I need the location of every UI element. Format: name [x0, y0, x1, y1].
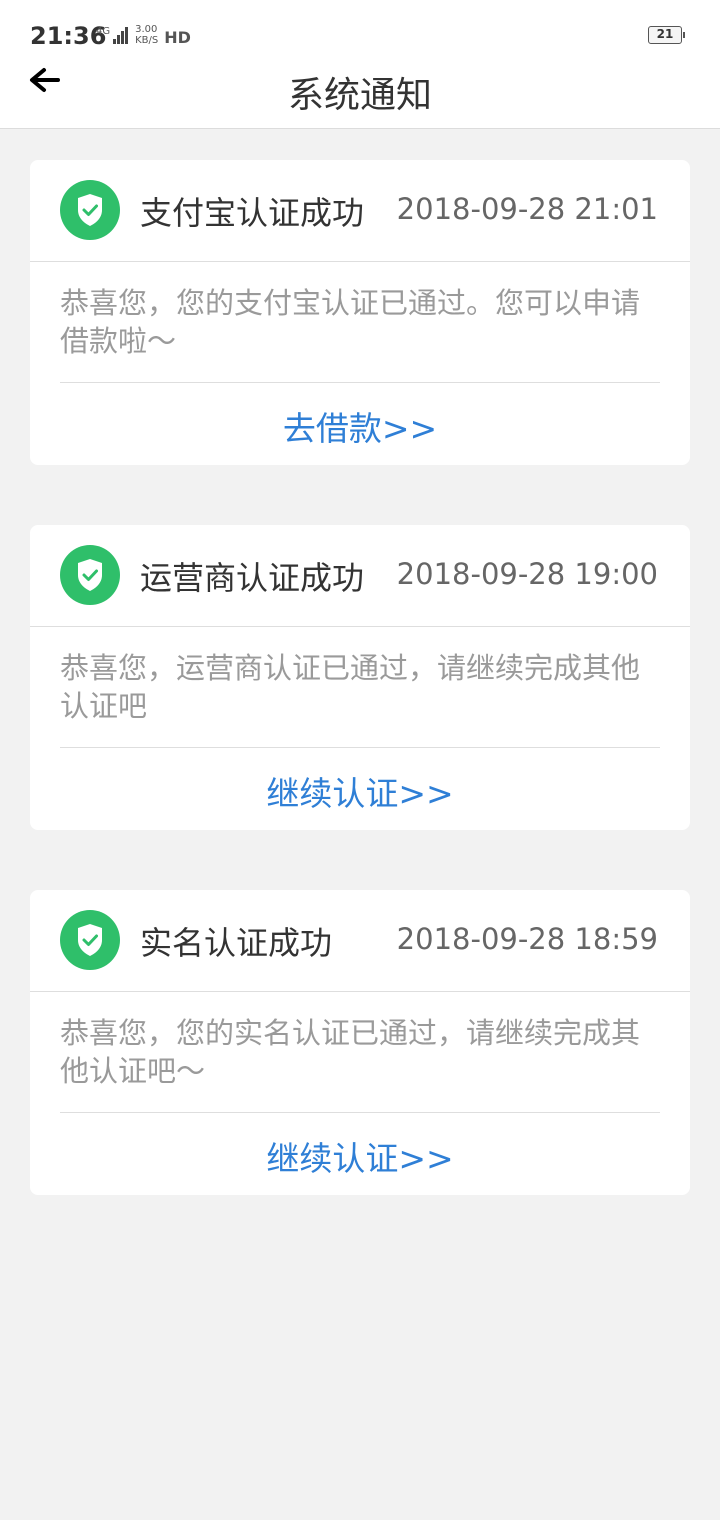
notification-message: 恭喜您，您的支付宝认证已通过。您可以申请借款啦～ [60, 286, 641, 358]
network-type: 4G [96, 26, 111, 37]
card-divider [60, 747, 660, 748]
notification-time: 2018-09-28 19:00 [396, 557, 658, 591]
card-divider [60, 1112, 660, 1113]
notification-title: 实名认证成功 [140, 924, 333, 962]
notification-card-alipay: 支付宝认证成功 2018-09-28 21:01 恭喜您，您的支付宝认证已通过。… [30, 160, 690, 465]
go-borrow-link[interactable]: 去借款>> [30, 402, 690, 450]
notification-time: 2018-09-28 21:01 [396, 192, 658, 226]
status-time: 21:36 [30, 22, 107, 50]
notification-title: 运营商认证成功 [140, 559, 365, 597]
notification-message: 恭喜您，您的实名认证已通过，请继续完成其他认证吧～ [60, 1016, 641, 1088]
continue-verify-link[interactable]: 继续认证>> [30, 1132, 690, 1180]
notification-card-carrier: 运营商认证成功 2018-09-28 19:00 恭喜您，运营商认证已通过，请继… [30, 525, 690, 830]
signal-icon [113, 26, 129, 44]
card-header: 运营商认证成功 2018-09-28 19:00 [30, 525, 690, 627]
notification-message: 恭喜您，运营商认证已通过，请继续完成其他认证吧 [60, 651, 641, 723]
notification-card-realname: 实名认证成功 2018-09-28 18:59 恭喜您，您的实名认证已通过，请继… [30, 890, 690, 1195]
continue-verify-link[interactable]: 继续认证>> [30, 767, 690, 815]
notification-title: 支付宝认证成功 [140, 194, 365, 232]
page-title: 系统通知 [287, 75, 432, 116]
network-status: 4G 3.00 KB/S HD [96, 24, 191, 52]
network-speed: 3.00 KB/S [135, 24, 158, 46]
card-divider [60, 382, 660, 383]
speed-unit: KB/S [135, 35, 159, 46]
speed-value: 3.00 [135, 24, 158, 35]
top-bar: 21:36 4G 3.00 KB/S HD 21 系统通知 [0, 0, 720, 129]
card-header: 支付宝认证成功 2018-09-28 21:01 [30, 160, 690, 262]
card-header: 实名认证成功 2018-09-28 18:59 [30, 890, 690, 992]
shield-check-icon [60, 180, 120, 240]
notification-time: 2018-09-28 18:59 [396, 922, 658, 956]
shield-check-icon [60, 910, 120, 970]
shield-check-icon [60, 545, 120, 605]
battery-icon: 21 [648, 26, 685, 44]
hd-indicator: HD [164, 28, 191, 47]
